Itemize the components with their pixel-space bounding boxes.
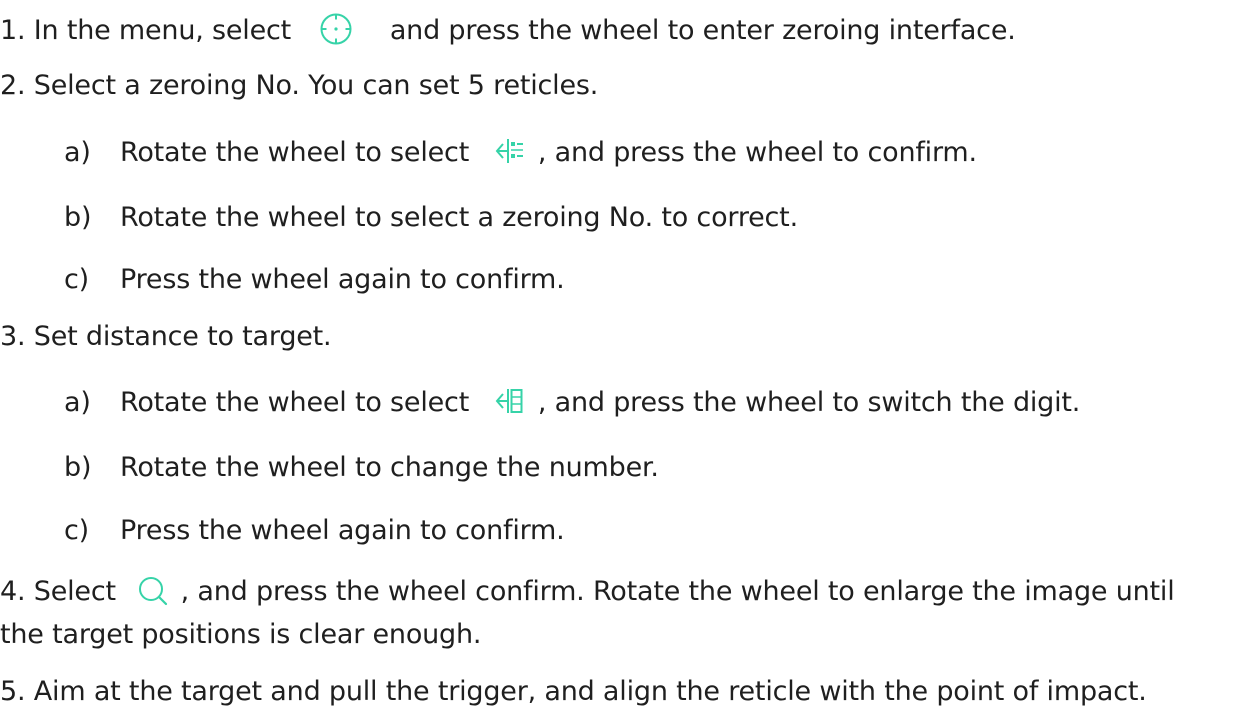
substep-marker: b): [64, 202, 92, 233]
substep-text: Rotate the wheel to change the number.: [120, 452, 659, 483]
step-4-continuation: the target positions is clear enough.: [0, 618, 481, 652]
step-text: Aim at the target and pull the trigger, …: [33, 676, 1147, 707]
substep-2a: a) Rotate the wheel to select , and press…: [64, 136, 977, 170]
step-text: the target positions is clear enough.: [0, 619, 482, 650]
step-4: 4. Select , and press the wheel confirm.…: [0, 575, 1175, 609]
step-2: 2. Select a zeroing No. You can set 5 re…: [0, 69, 598, 103]
step-number: 3.: [0, 321, 26, 352]
zoom-magnifier-icon: [136, 574, 168, 606]
substep-2b: b) Rotate the wheel to select a zeroing N…: [64, 201, 798, 235]
substep-3b: b) Rotate the wheel to change the number.: [64, 451, 659, 485]
zeroing-list-icon: [495, 136, 525, 166]
substep-text: Rotate the wheel to select a zeroing No.…: [120, 202, 798, 233]
crosshair-icon: [319, 12, 353, 46]
substep-marker: c): [64, 264, 89, 295]
substep-text: , and press the wheel to switch the digi…: [537, 387, 1081, 418]
substep-marker: c): [64, 515, 89, 546]
substep-text: Rotate the wheel to select: [120, 137, 470, 168]
substep-3a: a) Rotate the wheel to select , and press…: [64, 386, 1080, 420]
substep-text: Press the wheel again to confirm.: [120, 264, 565, 295]
step-3: 3. Set distance to target.: [0, 320, 332, 354]
substep-marker: a): [64, 387, 91, 418]
substep-text: Rotate the wheel to select: [120, 387, 470, 418]
step-text: In the menu, select: [33, 15, 292, 46]
substep-marker: b): [64, 452, 92, 483]
step-text: and press the wheel to enter zeroing int…: [389, 15, 1016, 46]
substep-2c: c) Press the wheel again to confirm.: [64, 263, 565, 297]
substep-3c: c) Press the wheel again to confirm.: [64, 514, 565, 548]
step-number: 5.: [0, 676, 26, 707]
distance-digit-icon: [495, 386, 525, 416]
step-1: 1. In the menu, select and press the whe…: [0, 12, 1016, 48]
step-text: Set distance to target.: [33, 321, 332, 352]
step-number: 1.: [0, 15, 26, 46]
step-text: Select: [33, 576, 116, 607]
substep-marker: a): [64, 137, 91, 168]
step-text: , and press the wheel confirm. Rotate th…: [180, 576, 1175, 607]
substep-text: , and press the wheel to confirm.: [537, 137, 977, 168]
substep-text: Press the wheel again to confirm.: [120, 515, 565, 546]
step-text: Select a zeroing No. You can set 5 retic…: [33, 70, 599, 101]
step-5: 5. Aim at the target and pull the trigge…: [0, 675, 1147, 709]
step-number: 4.: [0, 576, 26, 607]
step-number: 2.: [0, 70, 26, 101]
